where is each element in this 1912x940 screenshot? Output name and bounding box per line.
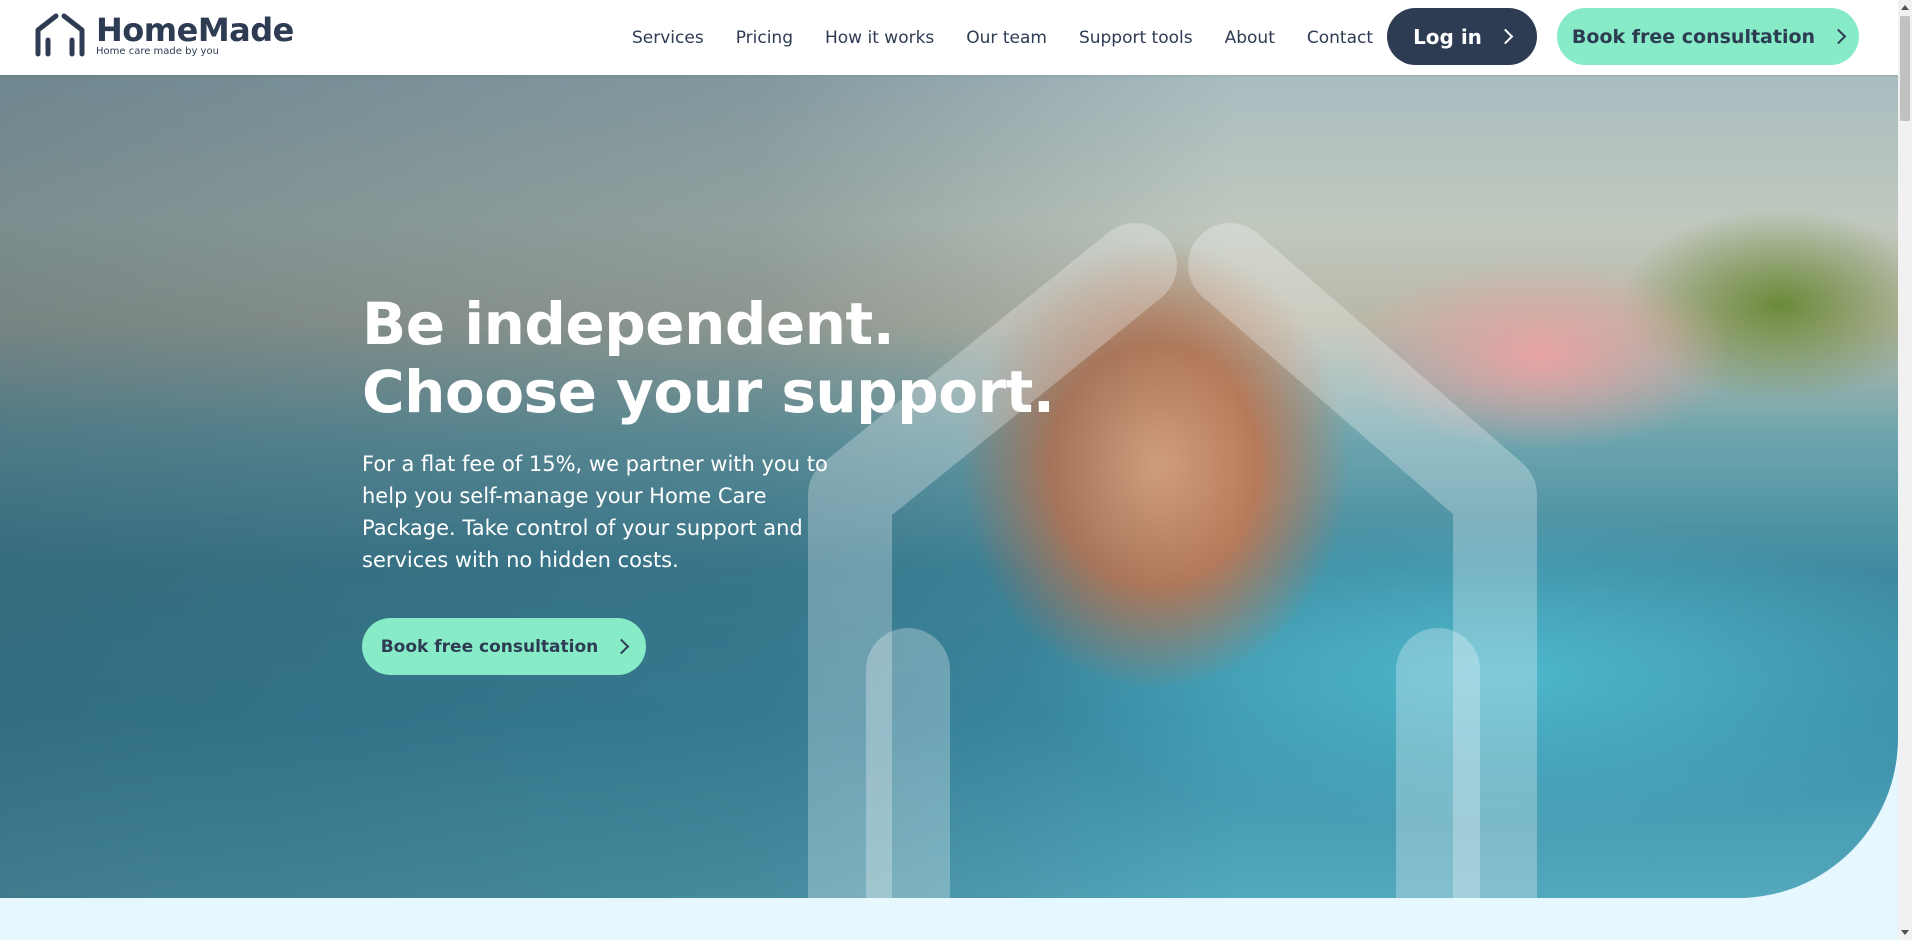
- page-scrollbar[interactable]: [1898, 0, 1912, 940]
- chevron-right-icon: [1497, 28, 1514, 45]
- nav-support-tools[interactable]: Support tools: [1079, 28, 1193, 48]
- hero-description: For a flat fee of 15%, we partner with y…: [362, 452, 828, 572]
- main-nav: Services Pricing How it works Our team S…: [632, 0, 1405, 75]
- nav-how-it-works[interactable]: How it works: [825, 28, 934, 48]
- login-button-label: Log in: [1413, 24, 1482, 49]
- house-logo-icon: [35, 13, 85, 57]
- scroll-down-arrow-icon[interactable]: [1898, 926, 1912, 940]
- book-consultation-hero-button[interactable]: Book free consultation: [362, 618, 646, 675]
- nav-our-team[interactable]: Our team: [966, 28, 1047, 48]
- book-consultation-hero-label: Book free consultation: [380, 636, 599, 657]
- hero-title: Be independent. Choose your support.: [362, 290, 1062, 426]
- scroll-thumb[interactable]: [1900, 16, 1910, 121]
- hero-content: Be independent. Choose your support. For…: [362, 290, 1062, 675]
- chevron-right-icon: [613, 638, 630, 655]
- nav-contact[interactable]: Contact: [1307, 28, 1373, 48]
- hero-section: Be independent. Choose your support. For…: [0, 75, 1898, 898]
- login-button[interactable]: Log in: [1387, 8, 1537, 65]
- nav-pricing[interactable]: Pricing: [736, 28, 793, 48]
- nav-about[interactable]: About: [1225, 28, 1275, 48]
- hero-title-line1: Be independent.: [362, 290, 895, 358]
- logo-tagline: Home care made by you: [96, 46, 219, 57]
- logo-text: HomeMade Home care made by you: [96, 12, 294, 58]
- logo[interactable]: HomeMade Home care made by you: [34, 12, 294, 58]
- logo-title: HomeMade: [96, 11, 294, 49]
- book-consultation-header-label: Book free consultation: [1571, 25, 1816, 48]
- scroll-up-arrow-icon[interactable]: [1898, 0, 1912, 14]
- next-section-band: [0, 898, 1898, 940]
- site-header: HomeMade Home care made by you Services …: [0, 0, 1898, 75]
- hero-title-line2: Choose your support.: [362, 358, 1055, 426]
- chevron-right-icon: [1830, 28, 1847, 45]
- book-consultation-header-button[interactable]: Book free consultation: [1557, 8, 1859, 65]
- nav-services[interactable]: Services: [632, 28, 704, 48]
